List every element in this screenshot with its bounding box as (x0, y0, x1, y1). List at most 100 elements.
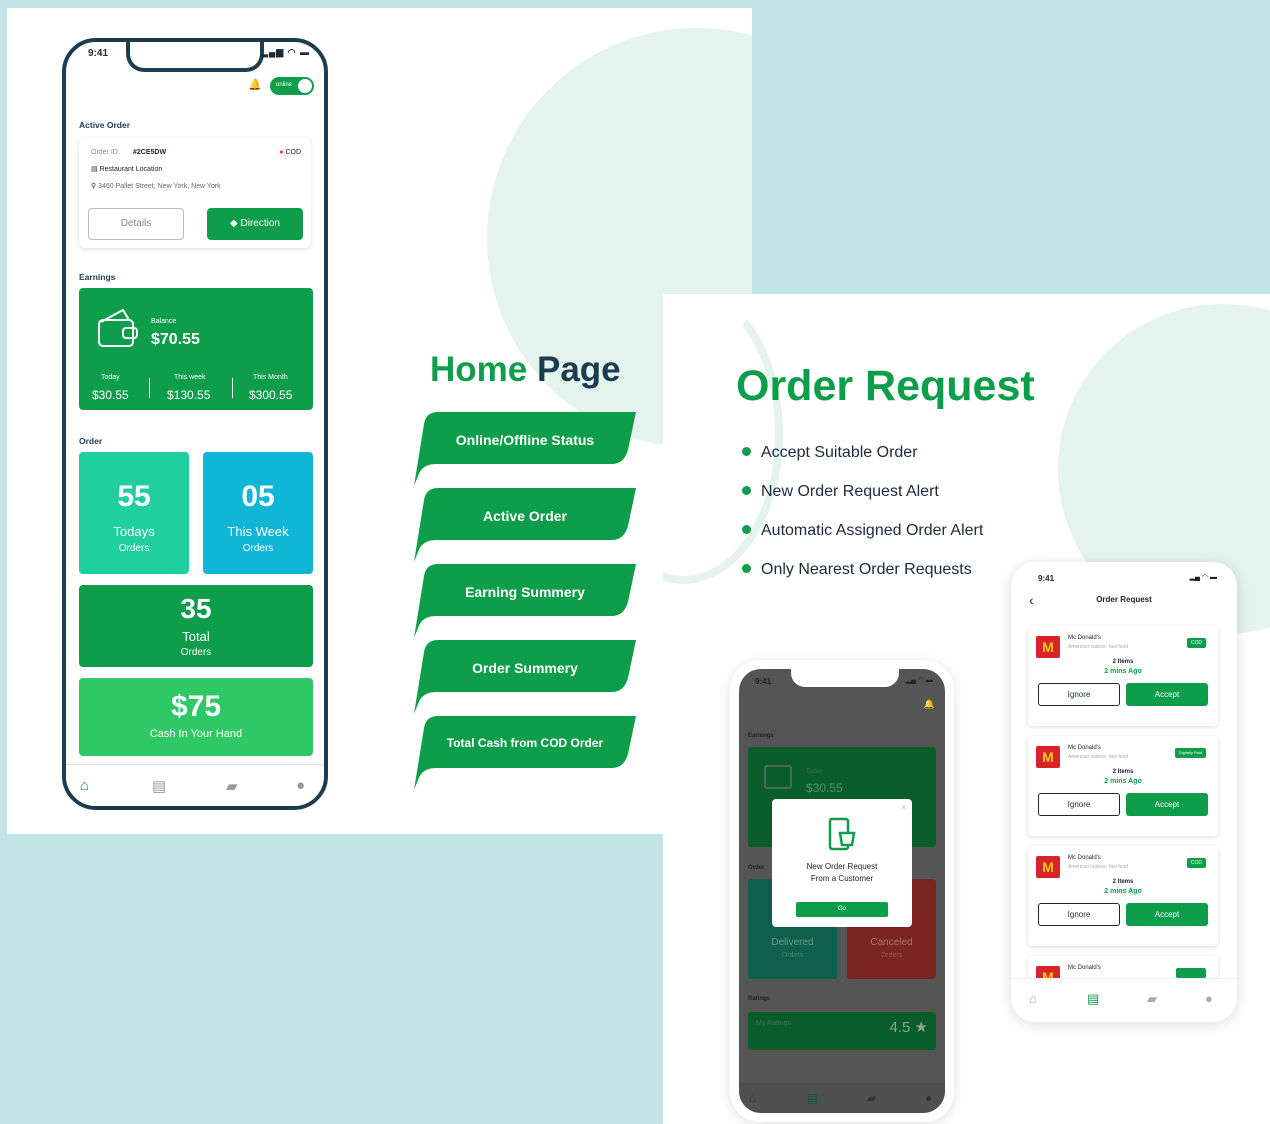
bullet-dot (742, 525, 751, 534)
total-count: 35 (180, 593, 212, 624)
bullet-item: New Order Request Alert (742, 483, 939, 501)
profile-icon[interactable]: ● (1205, 991, 1213, 1006)
request-card: M Mc Donald's American cuisine, fast foo… (1028, 626, 1218, 726)
signal-wifi-battery-icon: ▂▄ ◠ ▬ (905, 677, 933, 684)
order-title: Order (79, 436, 103, 446)
request-phone: 9:41 ▂▄ ◠ ▬ ‹ Order Request M Mc Donald'… (1011, 562, 1237, 1022)
wallet-icon (764, 765, 792, 789)
bullet-text: Only Nearest Order Requests (761, 561, 972, 578)
bag-icon[interactable]: ▰ (1147, 991, 1157, 1007)
restaurant-cuisine: American cuisine, fast food (1068, 644, 1129, 650)
location-pin-icon: ⚲ (91, 183, 97, 190)
restaurant-name: Mc Donald's (1068, 855, 1101, 861)
profile-icon[interactable]: ● (296, 777, 305, 794)
orders-icon[interactable]: ▤ (152, 777, 166, 795)
order-request-title: Order Request (736, 362, 1035, 410)
address-row: ⚲ 3460 Pallet Street, New York, New York (91, 182, 221, 190)
bell-icon[interactable]: 🔔 (248, 78, 262, 91)
divider (149, 378, 150, 398)
bullet-item: Automatic Assigned Order Alert (742, 522, 983, 540)
bullet-text: Automatic Assigned Order Alert (761, 522, 984, 539)
home-icon[interactable]: ⌂ (1029, 991, 1037, 1006)
orders-icon[interactable]: ▤ (807, 1091, 818, 1105)
request-time: 2 mins Ago (1104, 668, 1142, 675)
bottom-tab-bar: ⌂ ▤ ▰ ● (1011, 978, 1237, 1022)
payment-badge: Digitally Paid (1174, 748, 1206, 758)
bag-icon[interactable]: ▰ (226, 777, 238, 795)
balance-value: $70.55 (151, 331, 200, 348)
week-orders-card: 05 This Week Orders (203, 452, 313, 574)
feature-label: Total Cash from COD Order (446, 736, 604, 750)
feature-label: Earning Summery (465, 584, 585, 600)
todays-orders-card: 55 Todays Orders (79, 452, 189, 574)
divider (232, 378, 233, 398)
mcdonalds-logo: M (1036, 636, 1060, 658)
accept-button[interactable]: Accept (1126, 793, 1208, 816)
title-home: Home (430, 350, 528, 389)
online-toggle[interactable]: online (270, 77, 314, 95)
direction-button[interactable]: ◆ Direction (207, 208, 303, 240)
rating-row: 4.5 ★ (890, 1018, 928, 1036)
ratings-card: My Ratings 4.5 ★ (748, 1012, 936, 1050)
title-page: Page (536, 350, 621, 389)
accept-button[interactable]: Accept (1126, 903, 1208, 926)
canceled-label: Canceled (870, 937, 913, 948)
profile-icon[interactable]: ● (925, 1091, 932, 1105)
month-label: This Month (253, 374, 288, 381)
todays-label: Todays (113, 524, 155, 539)
bottom-tab-bar: ⌂ ▤ ▰ ● (739, 1083, 945, 1113)
week-orders-label: This Week (227, 524, 289, 539)
order-id: #2CE5DW (133, 149, 167, 156)
feature-ribbon: Total Cash from COD Order (414, 714, 636, 790)
delivered-sub: Orders (781, 952, 804, 959)
phone-notch (791, 669, 899, 687)
request-card: M Mc Donald's American cuisine, fast foo… (1028, 736, 1218, 836)
home-phone: 9:41 ▂▄▆ ◠ ▬ 🔔 online Active Order Order… (62, 38, 328, 810)
ignore-button[interactable]: Ignore (1038, 793, 1120, 816)
todays-sub: Orders (118, 543, 150, 554)
delivered-label: Delivered (771, 937, 814, 948)
mcdonalds-logo: M (1036, 856, 1060, 878)
orders-icon[interactable]: ▤ (1087, 991, 1099, 1007)
today-value: $30.55 (92, 388, 129, 402)
restaurant-cuisine: American cuisine, fast food (1068, 864, 1129, 870)
accept-button[interactable]: Accept (1126, 683, 1208, 706)
bg-ring (663, 294, 783, 584)
star-icon: ★ (914, 1019, 928, 1036)
balance-label: Balance (151, 318, 177, 325)
modal-line-2: From a Customer (810, 874, 874, 883)
week-label: This week (174, 374, 206, 381)
bell-icon[interactable]: 🔔 (924, 699, 935, 710)
home-icon[interactable]: ⌂ (749, 1091, 756, 1105)
bullet-text: New Order Request Alert (761, 483, 939, 500)
feature-ribbon: Online/Offline Status (414, 410, 636, 486)
toggle-knob (298, 79, 312, 93)
total-sub: Orders (180, 647, 212, 658)
ignore-button[interactable]: Ignore (1038, 903, 1120, 926)
active-order-title: Active Order (79, 120, 131, 130)
details-button[interactable]: Details (88, 208, 184, 240)
ratings-title: Ratings (748, 996, 771, 1002)
week-value: $130.55 (167, 388, 211, 402)
bullet-dot (742, 447, 751, 456)
go-button[interactable]: Go (796, 902, 888, 917)
home-page-title: Home Page (430, 350, 621, 390)
ignore-button[interactable]: Ignore (1038, 683, 1120, 706)
bullet-dot (742, 564, 751, 573)
request-time: 2 mins Ago (1104, 778, 1142, 785)
cod-dot-icon: ● (279, 149, 284, 156)
direction-label: Direction (240, 218, 280, 229)
new-order-modal: × New Order Request From a Customer Go (772, 799, 912, 927)
bag-icon[interactable]: ▰ (867, 1091, 876, 1105)
feature-ribbon: Active Order (414, 486, 636, 562)
mcdonalds-logo: M (1036, 966, 1060, 978)
close-icon[interactable]: × (901, 803, 906, 812)
page-title: Order Request (1096, 595, 1152, 604)
rating-value: 4.5 (889, 1019, 911, 1036)
request-time: 2 mins Ago (1104, 888, 1142, 895)
feature-label: Online/Offline Status (455, 432, 595, 448)
signal-wifi-battery-icon: ▂▄▆ ◠ ▬ (260, 47, 310, 57)
balance-value: $30.55 (806, 781, 843, 795)
payment-badge: COD (1186, 858, 1206, 868)
home-icon[interactable]: ⌂ (80, 777, 89, 794)
